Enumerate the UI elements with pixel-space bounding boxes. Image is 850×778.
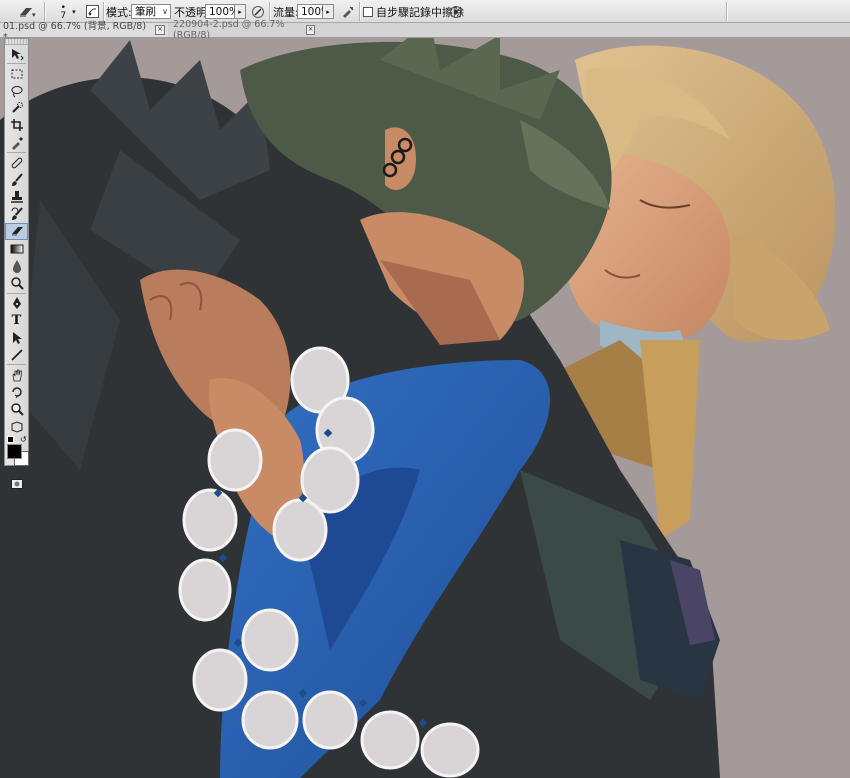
zoom-tool-icon[interactable] [5,401,28,418]
artwork-illustration [0,38,850,778]
triangle-right-icon: ▸ [238,7,242,16]
pressure-opacity-icon [252,5,264,18]
size-pressure-toggle[interactable] [448,0,464,23]
marquee-tool-icon[interactable] [5,65,28,82]
erase-to-history-checkbox[interactable] [363,6,373,17]
healing-brush-tool-icon[interactable] [5,154,28,171]
quick-mask-icon[interactable] [5,475,28,492]
swap-colors-icon[interactable]: ↺ [20,435,27,444]
3d-tool-icon[interactable] [5,418,28,435]
opacity-slider-button[interactable]: ▸ [235,4,246,19]
eyedropper-tool-icon[interactable] [5,134,28,151]
hand-tool-icon[interactable] [5,366,28,383]
airbrush-toggle[interactable] [340,0,356,23]
chevron-down-icon: ∨ [162,7,168,16]
document-tab-bar: 01.psd @ 66.7% (背景, RGB/8) * × 220904-2.… [0,19,850,43]
type-tool-glyph: T [11,312,22,328]
rotate-view-tool-icon[interactable] [5,384,28,401]
gradient-tool-icon[interactable] [5,240,28,257]
triangle-right-icon: ▸ [326,7,330,16]
crop-tool-icon[interactable] [5,117,28,134]
tab-close-icon[interactable]: × [155,25,165,35]
document-tab-2[interactable]: 220904-2.psd @ 66.7% (RGB/8) × [170,19,318,41]
tab-close-icon[interactable]: × [306,25,315,35]
lasso-tool-icon[interactable] [5,82,28,99]
eraser-tool-icon[interactable] [5,222,28,241]
flow-input[interactable]: 100% [297,4,331,19]
brush-tool-icon[interactable] [5,171,28,188]
history-brush-tool-icon[interactable] [5,206,28,223]
flow-label: 流量: [273,5,299,19]
pressure-size-icon [450,5,462,18]
quick-select-tool-icon[interactable] [5,100,28,117]
flow-slider-button[interactable]: ▸ [323,4,334,19]
document-tab-1[interactable]: 01.psd @ 66.7% (背景, RGB/8) * × [0,21,168,43]
opacity-input[interactable]: 100% [205,4,239,19]
path-select-tool-icon[interactable] [5,329,28,346]
default-colors-icon[interactable] [7,436,14,444]
document-canvas[interactable] [0,38,850,778]
clone-stamp-tool-icon[interactable] [5,189,28,206]
blur-tool-icon[interactable] [5,257,28,274]
brush-panel-icon [85,5,99,18]
foreground-color-swatch[interactable] [7,444,22,460]
chevron-down-icon: ▾ [72,7,76,16]
dodge-tool-icon[interactable] [5,274,28,291]
eraser-icon: ▾ [20,7,36,19]
tools-panel: T ↺ [4,38,29,489]
line-tool-icon[interactable] [5,346,28,363]
type-tool-icon[interactable]: T [5,312,28,329]
pen-tool-icon[interactable] [5,295,28,312]
airbrush-icon [343,6,354,18]
color-swatches: ↺ [5,435,29,475]
move-tool-icon[interactable] [5,45,28,62]
